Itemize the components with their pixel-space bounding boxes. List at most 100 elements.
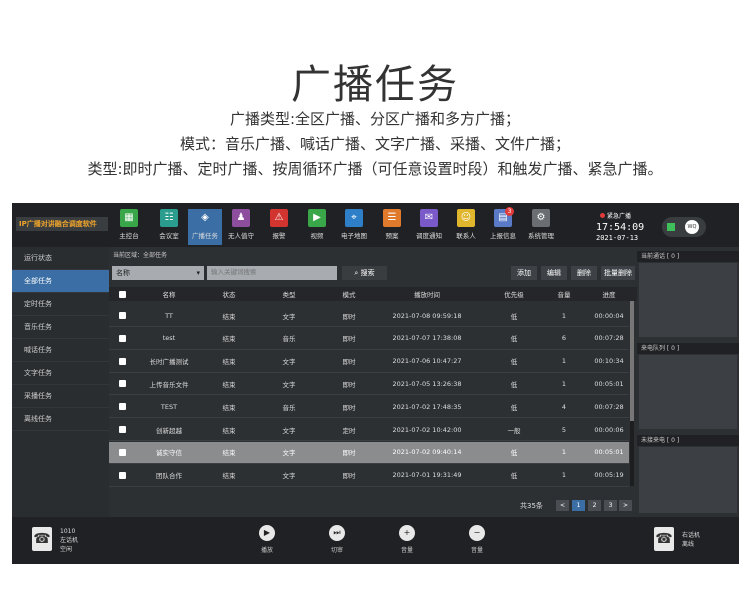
- scrollbar-thumb[interactable]: [630, 301, 634, 421]
- row-checkbox[interactable]: [117, 351, 127, 372]
- checkbox[interactable]: [118, 426, 126, 433]
- toolbar-report-button[interactable]: ▤ 3 上报信息: [486, 207, 520, 240]
- next-page-button[interactable]: >: [619, 500, 632, 511]
- page-button[interactable]: 2: [588, 500, 601, 511]
- left-phone-state: 空闲: [60, 546, 73, 553]
- toolbar-contacts-button[interactable]: ☺ 联系人: [449, 209, 483, 240]
- cell-name: 上传音乐文件: [149, 380, 189, 389]
- page-button[interactable]: 1: [572, 500, 585, 511]
- cell-type: 文字: [282, 312, 296, 321]
- plan-icon: ☰: [383, 209, 401, 227]
- toolbar-video-button[interactable]: ▶ 视频: [300, 209, 334, 240]
- toolbar-grid-button[interactable]: ▦ 主控台: [112, 209, 146, 240]
- action-button[interactable]: 添加: [511, 266, 537, 280]
- search-input[interactable]: [207, 266, 337, 280]
- cell-time: 2021-07-02 10:42:00: [392, 425, 462, 434]
- row-checkbox[interactable]: [117, 442, 127, 463]
- sidebar-item[interactable]: 运行状态: [12, 247, 109, 270]
- cell-priority: 低: [510, 380, 518, 389]
- cell-time: 2021-07-05 13:26:38: [392, 379, 462, 388]
- left-phone-icon[interactable]: ☎: [32, 527, 52, 551]
- toolbar-alarm-button[interactable]: ⚠ 报警: [262, 209, 296, 240]
- sidebar-item[interactable]: 音乐任务: [12, 316, 109, 339]
- play-button[interactable]: ▶ 播放: [250, 525, 284, 554]
- sidebar-item[interactable]: 离线任务: [12, 408, 109, 431]
- next-track-button[interactable]: ⏭ 切审: [320, 525, 354, 554]
- toolbar-broadcast-button[interactable]: ◈ 广播任务: [188, 209, 222, 245]
- prev-page-button[interactable]: <: [556, 500, 569, 511]
- cell-progress: 00:05:01: [594, 448, 624, 457]
- row-checkbox[interactable]: [117, 328, 127, 349]
- sidebar-item[interactable]: 定时任务: [12, 293, 109, 316]
- action-button[interactable]: 编辑: [541, 266, 567, 280]
- settings-icon: ⚙: [532, 209, 550, 227]
- toolbar-settings-button[interactable]: ⚙ 系统管理: [524, 209, 558, 240]
- action-button[interactable]: 批量删除: [601, 266, 635, 280]
- table-row[interactable]: 诚实守信 结束 文字 即时 2021-07-02 09:40:14 低 1 00:05:01: [109, 441, 629, 464]
- sidebar-item[interactable]: 采播任务: [12, 385, 109, 408]
- row-checkbox[interactable]: [117, 373, 127, 394]
- cell-volume: 5: [561, 425, 567, 434]
- checkbox[interactable]: [118, 403, 126, 411]
- cell-progress: 00:07:28: [594, 402, 624, 411]
- urgent-broadcast[interactable]: 紧急广播: [600, 211, 631, 220]
- volume-up-button[interactable]: + 音量: [390, 525, 424, 554]
- right-panel: 当前通话 [ 0 ] 来电队列 [ 0 ] 未接来电 [ 0 ]: [637, 247, 739, 517]
- checkbox[interactable]: [118, 334, 126, 342]
- table-row[interactable]: 上传音乐文件 结束 文字 即时 2021-07-05 13:26:38 低 1 00:05:0…: [109, 373, 629, 396]
- checkbox[interactable]: [118, 380, 126, 388]
- page-button[interactable]: 3: [604, 500, 617, 511]
- sidebar-item[interactable]: 喊话任务: [12, 339, 109, 362]
- cell-volume: 1: [561, 379, 567, 388]
- action-button[interactable]: 删除: [571, 266, 597, 280]
- volume-down-button[interactable]: − 音量: [460, 525, 494, 554]
- app-brand: IP广播对讲融合调度软件: [16, 217, 108, 231]
- column-header: 名称: [162, 291, 176, 299]
- checkbox[interactable]: [118, 471, 126, 479]
- checkbox[interactable]: [118, 312, 126, 319]
- sidebar-item[interactable]: 文字任务: [12, 362, 109, 385]
- table-row[interactable]: 长时广播测试 结束 文字 即时 2021-07-06 10:47:27 低 1 00:10:3…: [109, 351, 629, 373]
- next-track-icon: ⏭: [329, 525, 345, 541]
- cell-progress: 00:05:19: [594, 471, 624, 480]
- cell-status: 结束: [222, 449, 236, 458]
- cell-time: 2021-07-02 09:40:14: [392, 448, 462, 457]
- row-checkbox[interactable]: [117, 396, 127, 417]
- table-row[interactable]: 创新超越 结束 文字 定时 2021-07-02 10:42:00 一般 5 00:00:06: [109, 419, 629, 441]
- table-row[interactable]: TEST 结束 音乐 即时 2021-07-02 17:48:35 低 4 00:07:28: [109, 396, 629, 419]
- toolbar-label: 系统管理: [528, 232, 554, 240]
- table-row[interactable]: 团队合作 结束 文字 即时 2021-07-01 19:31:49 低 1 00:05:19: [109, 465, 629, 487]
- toolbar-plan-button[interactable]: ☰ 预案: [375, 209, 409, 240]
- filter-select[interactable]: 名称 ▾: [112, 266, 204, 280]
- missed-calls-header: 未接来电 [ 0 ]: [637, 435, 739, 446]
- cell-priority: 低: [510, 358, 518, 367]
- checkbox[interactable]: [118, 290, 126, 298]
- checkbox[interactable]: [118, 448, 126, 456]
- date: 2021-07-13: [596, 234, 639, 242]
- cell-progress: 00:00:06: [594, 425, 624, 434]
- toolbar-label: 预案: [385, 232, 399, 240]
- toolbar-map-button[interactable]: ⌖ 电子地图: [337, 209, 371, 240]
- row-checkbox[interactable]: [117, 305, 127, 326]
- scrollbar[interactable]: [630, 301, 634, 486]
- checkbox[interactable]: [118, 357, 126, 365]
- column-header: 进度: [602, 291, 616, 299]
- select-all-checkbox[interactable]: [117, 287, 127, 301]
- volume-down-icon: −: [469, 525, 485, 541]
- table-row[interactable]: TT 结束 文字 即时 2021-07-08 09:59:18 低 1 00:00:04: [109, 305, 629, 327]
- toolbar-meeting-button[interactable]: ☷ 会议室: [152, 209, 186, 240]
- toolbar-label: 电子地图: [341, 232, 367, 240]
- cell-type: 文字: [282, 358, 296, 367]
- search-button[interactable]: ⌕ 搜索: [342, 266, 387, 280]
- toolbar-unattended-button[interactable]: ♟ 无人值守: [224, 209, 258, 240]
- play-icon: ▶: [259, 525, 275, 541]
- user-box[interactable]: WQ: [662, 217, 706, 237]
- signal-icon: [667, 223, 675, 231]
- row-checkbox[interactable]: [117, 419, 127, 440]
- row-checkbox[interactable]: [117, 465, 127, 486]
- toolbar-notice-button[interactable]: ✉ 调度通知: [412, 209, 446, 240]
- left-phone-label: 左话机: [60, 537, 79, 544]
- right-phone-icon[interactable]: ☎: [654, 527, 674, 551]
- table-row[interactable]: test 结束 音乐 即时 2021-07-07 17:38:08 低 6 00:07:28: [109, 328, 629, 350]
- sidebar-item[interactable]: 全部任务: [12, 270, 109, 293]
